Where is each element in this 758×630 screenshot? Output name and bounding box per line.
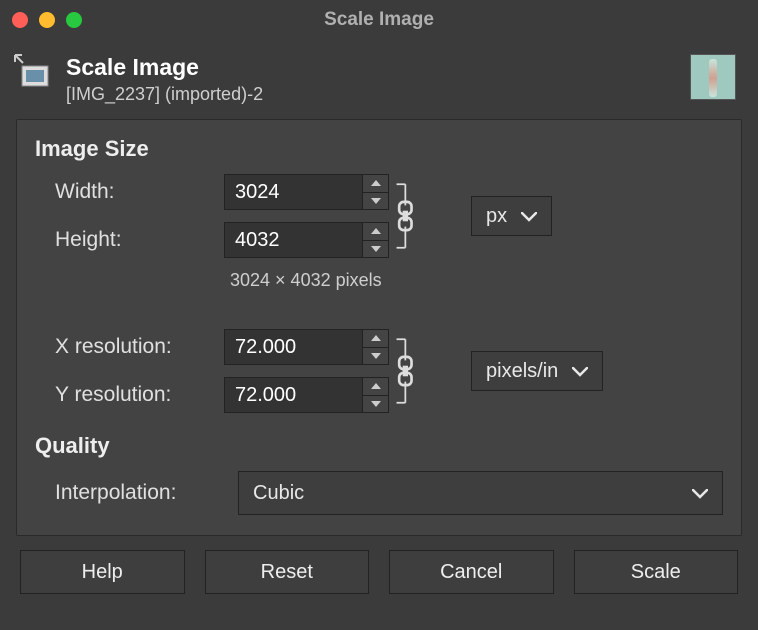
dialog-subtitle: [IMG_2237] (imported)-2 — [66, 84, 678, 105]
quality-section-title: Quality — [35, 433, 723, 459]
dialog-content: Image Size Width: px H — [16, 119, 742, 536]
x-resolution-field[interactable] — [225, 330, 362, 364]
interpolation-value: Cubic — [253, 482, 304, 505]
y-resolution-label: Y resolution: — [55, 383, 220, 407]
width-field[interactable] — [225, 175, 362, 209]
y-resolution-field[interactable] — [225, 378, 362, 412]
reset-button[interactable]: Reset — [205, 550, 370, 594]
pixel-dimensions-text: 3024 × 4032 pixels — [224, 270, 467, 291]
window-controls — [12, 12, 82, 28]
chevron-down-icon — [572, 360, 588, 383]
window-title: Scale Image — [324, 9, 434, 31]
image-size-grid: Width: px Height: — [55, 174, 723, 413]
close-window-button[interactable] — [12, 12, 28, 28]
size-unit-value: px — [486, 205, 507, 228]
y-resolution-input[interactable] — [224, 377, 389, 413]
quality-row: Interpolation: Cubic — [55, 471, 723, 515]
width-label: Width: — [55, 180, 220, 204]
resolution-unit-dropdown[interactable]: pixels/in — [471, 351, 603, 391]
xres-decrement[interactable] — [363, 348, 388, 365]
width-increment[interactable] — [363, 175, 388, 193]
help-button[interactable]: Help — [20, 550, 185, 594]
scale-button[interactable]: Scale — [574, 550, 739, 594]
cancel-button[interactable]: Cancel — [389, 550, 554, 594]
dialog-buttons: Help Reset Cancel Scale — [0, 550, 758, 612]
image-thumbnail — [690, 54, 736, 100]
yres-increment[interactable] — [363, 378, 388, 396]
size-chain-link[interactable] — [393, 174, 423, 258]
height-field[interactable] — [225, 223, 362, 257]
height-increment[interactable] — [363, 223, 388, 241]
width-decrement[interactable] — [363, 193, 388, 210]
xres-increment[interactable] — [363, 330, 388, 348]
yres-decrement[interactable] — [363, 396, 388, 413]
minimize-window-button[interactable] — [39, 12, 55, 28]
x-resolution-label: X resolution: — [55, 335, 220, 359]
resolution-chain-link[interactable] — [393, 329, 423, 413]
resolution-unit-value: pixels/in — [486, 360, 558, 383]
height-label: Height: — [55, 228, 220, 252]
titlebar: Scale Image — [0, 0, 758, 40]
height-decrement[interactable] — [363, 241, 388, 258]
interpolation-dropdown[interactable]: Cubic — [238, 471, 723, 515]
dialog-header: Scale Image [IMG_2237] (imported)-2 — [0, 40, 758, 111]
chevron-down-icon — [692, 482, 708, 505]
dialog-title: Scale Image — [66, 54, 678, 81]
interpolation-label: Interpolation: — [55, 481, 220, 505]
height-input[interactable] — [224, 222, 389, 258]
size-unit-dropdown[interactable]: px — [471, 196, 552, 236]
maximize-window-button[interactable] — [66, 12, 82, 28]
scale-image-icon — [14, 54, 54, 94]
width-input[interactable] — [224, 174, 389, 210]
x-resolution-input[interactable] — [224, 329, 389, 365]
chevron-down-icon — [521, 205, 537, 228]
image-size-section-title: Image Size — [35, 136, 723, 162]
